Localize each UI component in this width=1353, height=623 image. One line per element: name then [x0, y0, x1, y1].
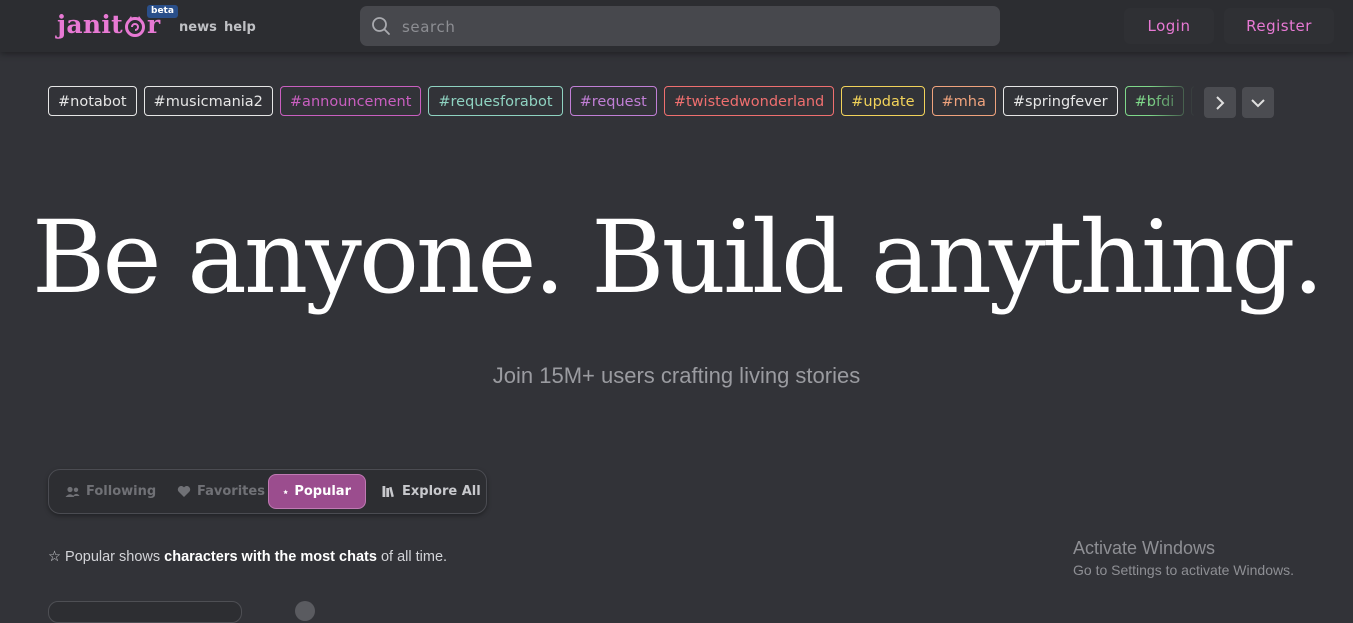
hashtag-strip: #notabot #musicmania2 #announcement #reques…	[48, 86, 1194, 118]
tab-popular[interactable]: Popular	[268, 474, 366, 509]
hashtag-chip[interactable]: #announcement	[279, 86, 422, 116]
search-icon	[372, 17, 390, 35]
tab-explore-all-label: Explore All	[402, 484, 481, 499]
register-button[interactable]: Register	[1224, 8, 1334, 44]
toggle-knob[interactable]	[295, 601, 315, 621]
tab-favorites[interactable]: Favorites	[177, 474, 265, 509]
help-link[interactable]: help	[224, 20, 256, 35]
hashtag-chip[interactable]: #mha	[931, 86, 996, 116]
character-filter-tabs: Following Favorites Popular Explore All	[48, 469, 487, 514]
library-icon	[382, 486, 394, 498]
tab-following[interactable]: Following	[65, 474, 156, 509]
secondary-control[interactable]	[48, 601, 242, 623]
explain-emphasis: characters with the most chats	[164, 549, 377, 565]
chevron-down-icon	[1251, 98, 1265, 107]
tab-popular-label: Popular	[294, 484, 351, 499]
tab-following-label: Following	[86, 484, 157, 499]
explain-prefix: Popular shows	[65, 549, 161, 565]
hashtag-chip[interactable]: #request	[569, 86, 657, 116]
sort-explanation: ☆ Popular shows characters with the most…	[48, 549, 447, 565]
search-input[interactable]	[400, 6, 984, 48]
search-bar[interactable]	[360, 6, 1000, 48]
hashtag-chip[interactable]: #update	[841, 86, 925, 116]
chevron-right-icon	[1216, 95, 1225, 110]
explain-suffix: of all time.	[380, 549, 448, 565]
heart-icon	[177, 486, 191, 497]
hashtag-chip[interactable]: #twistedwonderland	[663, 86, 835, 116]
tab-favorites-label: Favorites	[197, 484, 265, 499]
login-button[interactable]: Login	[1124, 8, 1214, 44]
beta-badge: beta	[147, 5, 178, 18]
watermark-title: Activate Windows	[1073, 538, 1216, 558]
watermark-subtitle: Go to Settings to activate Windows.	[1073, 562, 1294, 578]
star-outline-icon: ☆	[48, 549, 61, 565]
hashtag-chip[interactable]: #requesforabot	[428, 86, 563, 116]
tags-scroll-right-button[interactable]	[1204, 87, 1236, 118]
hashtag-chip[interactable]: #notabot	[48, 86, 137, 116]
hero-title: Be anyone. Build anything.	[31, 199, 1324, 316]
top-navbar: janit r beta news help Login Register	[0, 0, 1353, 52]
windows-activation-watermark: Activate Windows Go to Settings to activ…	[1073, 538, 1294, 578]
hashtag-chip[interactable]: #musicmania2	[143, 86, 273, 116]
news-link[interactable]: news	[179, 20, 217, 35]
tab-explore-all[interactable]: Explore All	[382, 474, 481, 509]
tag-strip-fade	[1150, 86, 1196, 118]
hashtag-chip[interactable]: #springfever	[1002, 86, 1118, 116]
tags-expand-button[interactable]	[1242, 87, 1274, 118]
logo-spiral-icon	[124, 16, 145, 37]
hero-subtitle: Join 15M+ users crafting living stories	[492, 363, 861, 388]
logo-text: janit	[57, 10, 123, 39]
users-icon	[65, 486, 80, 497]
star-icon	[283, 489, 289, 494]
janitor-logo[interactable]: janit r beta	[57, 5, 178, 44]
